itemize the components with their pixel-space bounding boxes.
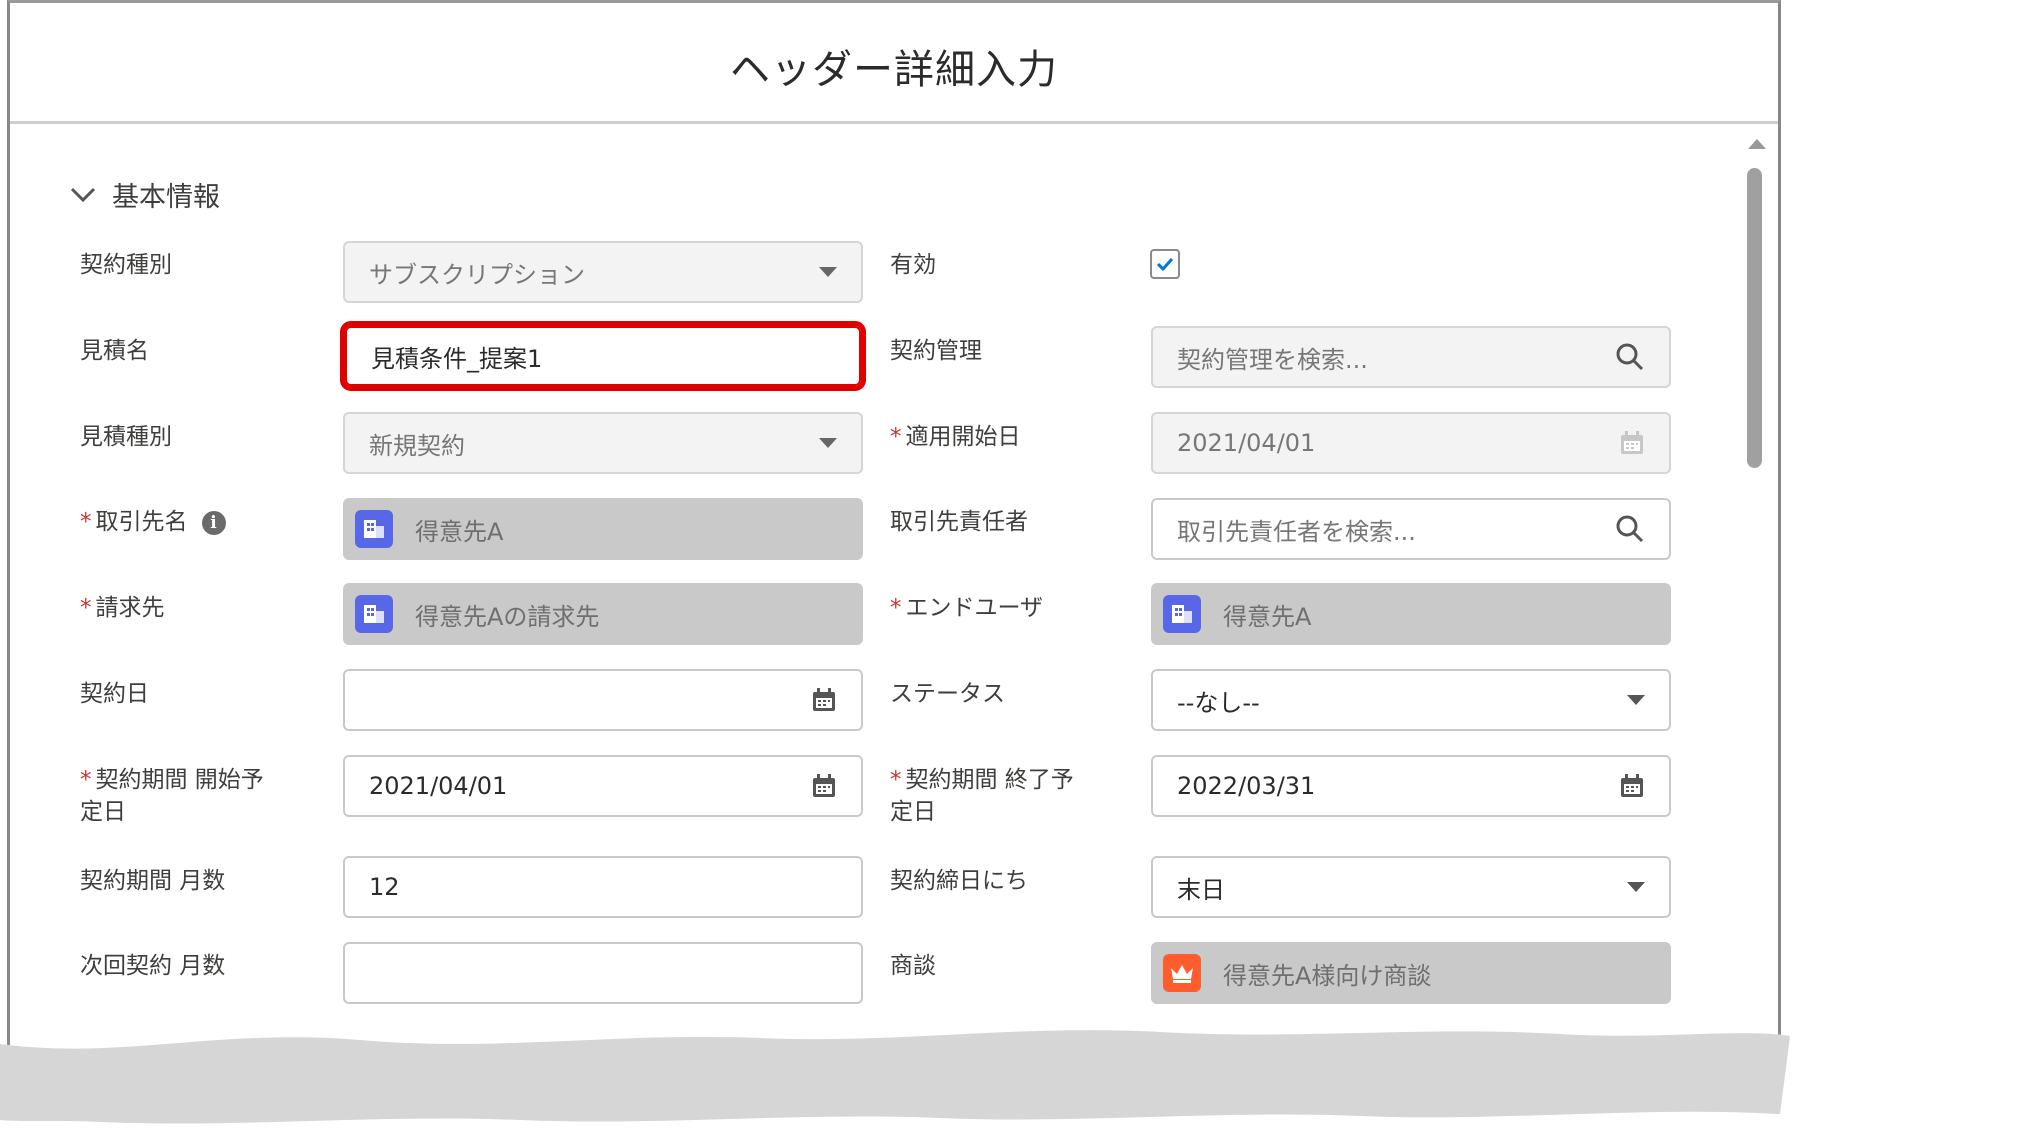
account-icon [355, 510, 393, 548]
header-detail-dialog: ヘッダー詳細入力 基本情報 契約種別 サブスクリプション 有効 見積名 見積条件… [7, 0, 1781, 1134]
account-lookup[interactable]: 得意先A [343, 498, 863, 560]
opportunity-icon [1163, 954, 1201, 992]
checkmark-icon [1156, 257, 1174, 272]
required-mark: * [890, 595, 902, 621]
search-icon[interactable] [1615, 342, 1645, 372]
account-label-text: 取引先名 [95, 509, 188, 535]
billing-lookup[interactable]: 得意先Aの請求先 [343, 583, 863, 645]
account-label: * 取引先名 i [80, 506, 226, 538]
torn-edge-overlay [0, 1030, 1790, 1134]
contract-type-select[interactable]: サブスクリプション [343, 241, 863, 303]
contract-type-label: 契約種別 [80, 252, 172, 278]
calendar-icon[interactable] [1619, 430, 1645, 456]
quote-type-label: 見積種別 [80, 424, 172, 450]
quote-type-select[interactable]: 新規契約 [343, 412, 863, 474]
period-start-label-line2: 定日 [80, 799, 126, 825]
active-checkbox[interactable] [1150, 249, 1180, 279]
contract-type-value: サブスクリプション [369, 260, 585, 289]
required-mark: * [890, 424, 902, 450]
calendar-icon[interactable] [811, 687, 837, 713]
contract-date-label: 契約日 [80, 681, 149, 707]
account-contact-search[interactable]: 取引先責任者を検索... [1151, 498, 1671, 560]
closing-day-label: 契約締日にち [890, 868, 1028, 894]
opportunity-lookup[interactable]: 得意先A様向け商談 [1151, 942, 1671, 1004]
contract-mgmt-search[interactable]: 契約管理を検索... [1151, 326, 1671, 388]
dropdown-caret-icon [819, 267, 837, 277]
end-user-value: 得意先A [1223, 602, 1312, 631]
period-end-label-line1: 契約期間 終了予 [905, 767, 1074, 793]
period-start-value: 2021/04/01 [369, 772, 508, 800]
required-mark: * [80, 595, 92, 621]
period-end-date-input[interactable]: 2022/03/31 [1151, 755, 1671, 817]
contract-mgmt-label: 契約管理 [890, 338, 982, 364]
apply-start-label: * 適用開始日 [890, 421, 1021, 453]
required-mark: * [80, 767, 92, 793]
period-months-input[interactable]: 12 [343, 856, 863, 918]
info-icon[interactable]: i [201, 510, 226, 535]
status-select[interactable]: --なし-- [1151, 669, 1671, 731]
dialog-header: ヘッダー詳細入力 [10, 3, 1778, 124]
contract-date-input[interactable] [343, 669, 863, 731]
chevron-down-icon [70, 187, 96, 203]
period-start-label-line1: 契約期間 開始予 [95, 767, 264, 793]
period-months-value: 12 [369, 873, 400, 901]
contract-mgmt-placeholder: 契約管理を検索... [1177, 345, 1368, 374]
period-months-label: 契約期間 月数 [80, 868, 226, 894]
apply-start-date-input[interactable]: 2021/04/01 [1151, 412, 1671, 474]
status-value: --なし-- [1177, 688, 1260, 717]
required-mark: * [80, 509, 92, 535]
apply-start-value: 2021/04/01 [1177, 429, 1316, 457]
account-contact-label: 取引先責任者 [890, 509, 1028, 535]
end-user-label: * エンドユーザ [890, 592, 1043, 624]
account-icon [355, 595, 393, 633]
quote-type-value: 新規契約 [369, 431, 465, 460]
period-start-date-input[interactable]: 2021/04/01 [343, 755, 863, 817]
period-start-label: * 契約期間 開始予 定日 [80, 764, 264, 828]
quote-name-label: 見積名 [80, 338, 149, 364]
opportunity-value: 得意先A様向け商談 [1223, 961, 1432, 990]
account-icon [1163, 595, 1201, 633]
active-label: 有効 [890, 252, 936, 278]
account-contact-placeholder: 取引先責任者を検索... [1177, 517, 1416, 546]
billing-value: 得意先Aの請求先 [415, 602, 600, 631]
calendar-icon[interactable] [1619, 773, 1645, 799]
search-icon[interactable] [1615, 514, 1645, 544]
quote-name-input[interactable]: 見積条件_提案1 [340, 321, 866, 391]
end-user-label-text: エンドユーザ [905, 595, 1044, 621]
calendar-icon[interactable] [811, 773, 837, 799]
scrollbar-thumb[interactable] [1747, 168, 1762, 468]
billing-label: * 請求先 [80, 592, 165, 624]
dialog-title: ヘッダー詳細入力 [730, 47, 1058, 93]
apply-start-label-text: 適用開始日 [905, 424, 1021, 450]
dropdown-caret-icon [1627, 695, 1645, 705]
closing-day-select[interactable]: 末日 [1151, 856, 1671, 918]
period-end-value: 2022/03/31 [1177, 772, 1316, 800]
quote-name-value: 見積条件_提案1 [371, 344, 543, 373]
period-end-label-line2: 定日 [890, 799, 936, 825]
closing-day-value: 末日 [1177, 875, 1225, 904]
period-end-label: * 契約期間 終了予 定日 [890, 764, 1074, 828]
billing-label-text: 請求先 [95, 595, 165, 621]
status-label: ステータス [890, 681, 1005, 707]
dropdown-caret-icon [819, 438, 837, 448]
account-value: 得意先A [415, 517, 504, 546]
end-user-lookup[interactable]: 得意先A [1151, 583, 1671, 645]
section-title: 基本情報 [112, 182, 220, 213]
scroll-up-arrow-icon[interactable] [1748, 139, 1766, 149]
next-months-label: 次回契約 月数 [80, 953, 226, 979]
required-mark: * [890, 767, 902, 793]
dropdown-caret-icon [1627, 882, 1645, 892]
section-toggle-basic-info[interactable]: 基本情報 [70, 175, 220, 214]
next-months-input[interactable] [343, 942, 863, 1004]
opportunity-label: 商談 [890, 953, 936, 979]
